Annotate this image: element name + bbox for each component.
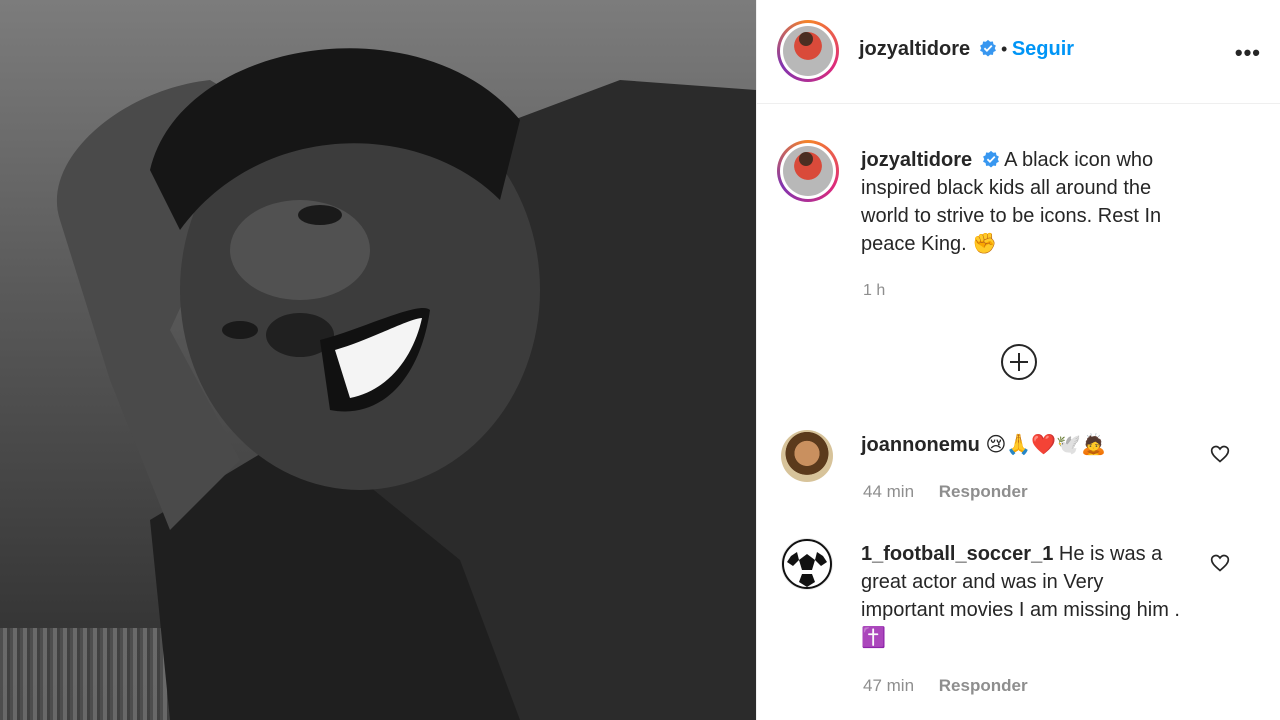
header-separator: • xyxy=(1001,39,1008,59)
more-options-icon[interactable]: ••• xyxy=(1235,40,1261,66)
comment-avatar[interactable] xyxy=(781,538,833,590)
author-avatar[interactable] xyxy=(777,20,839,82)
comment-body: joannonemu 😢🙏❤️🕊️🙇 xyxy=(861,430,1191,459)
load-more-comments-icon[interactable] xyxy=(1001,344,1037,380)
caption-username[interactable]: jozyaltidore xyxy=(861,149,972,171)
post-time[interactable]: 1 h xyxy=(863,282,885,300)
post-caption: jozyaltidore A black icon who inspired b… xyxy=(861,146,1201,258)
comment-avatar[interactable] xyxy=(781,430,833,482)
comment-username[interactable]: 1_football_soccer_1 xyxy=(861,543,1053,565)
comment-meta: 47 min Responder xyxy=(863,676,1028,696)
header-username[interactable]: jozyaltidore xyxy=(859,38,970,60)
comment-username[interactable]: joannonemu xyxy=(861,434,980,456)
follow-button[interactable]: Seguir xyxy=(1012,38,1074,60)
comment-time[interactable]: 44 min xyxy=(863,482,914,501)
reply-button[interactable]: Responder xyxy=(939,676,1028,695)
comment-time[interactable]: 47 min xyxy=(863,676,914,695)
reply-button[interactable]: Responder xyxy=(939,482,1028,501)
caption-avatar[interactable] xyxy=(777,140,839,202)
header-author-line: jozyaltidore • Seguir xyxy=(859,38,1074,61)
comment-text: 😢🙏❤️🕊️🙇 xyxy=(985,432,1106,456)
soccer-ball-icon xyxy=(782,539,832,589)
comment-meta: 44 min Responder xyxy=(863,482,1028,502)
post-header: jozyaltidore • Seguir ••• xyxy=(757,0,1280,104)
like-heart-icon[interactable] xyxy=(1210,444,1230,464)
post-photo xyxy=(0,0,756,720)
photo-portrait-illustration xyxy=(56,48,756,720)
verified-badge-icon xyxy=(982,150,999,168)
like-heart-icon[interactable] xyxy=(1210,553,1230,573)
post-side-panel: jozyaltidore • Seguir ••• jozyaltidore A… xyxy=(756,0,1280,720)
verified-badge-icon xyxy=(979,39,996,57)
comment-body: 1_football_soccer_1 He is was a great ac… xyxy=(861,540,1191,652)
